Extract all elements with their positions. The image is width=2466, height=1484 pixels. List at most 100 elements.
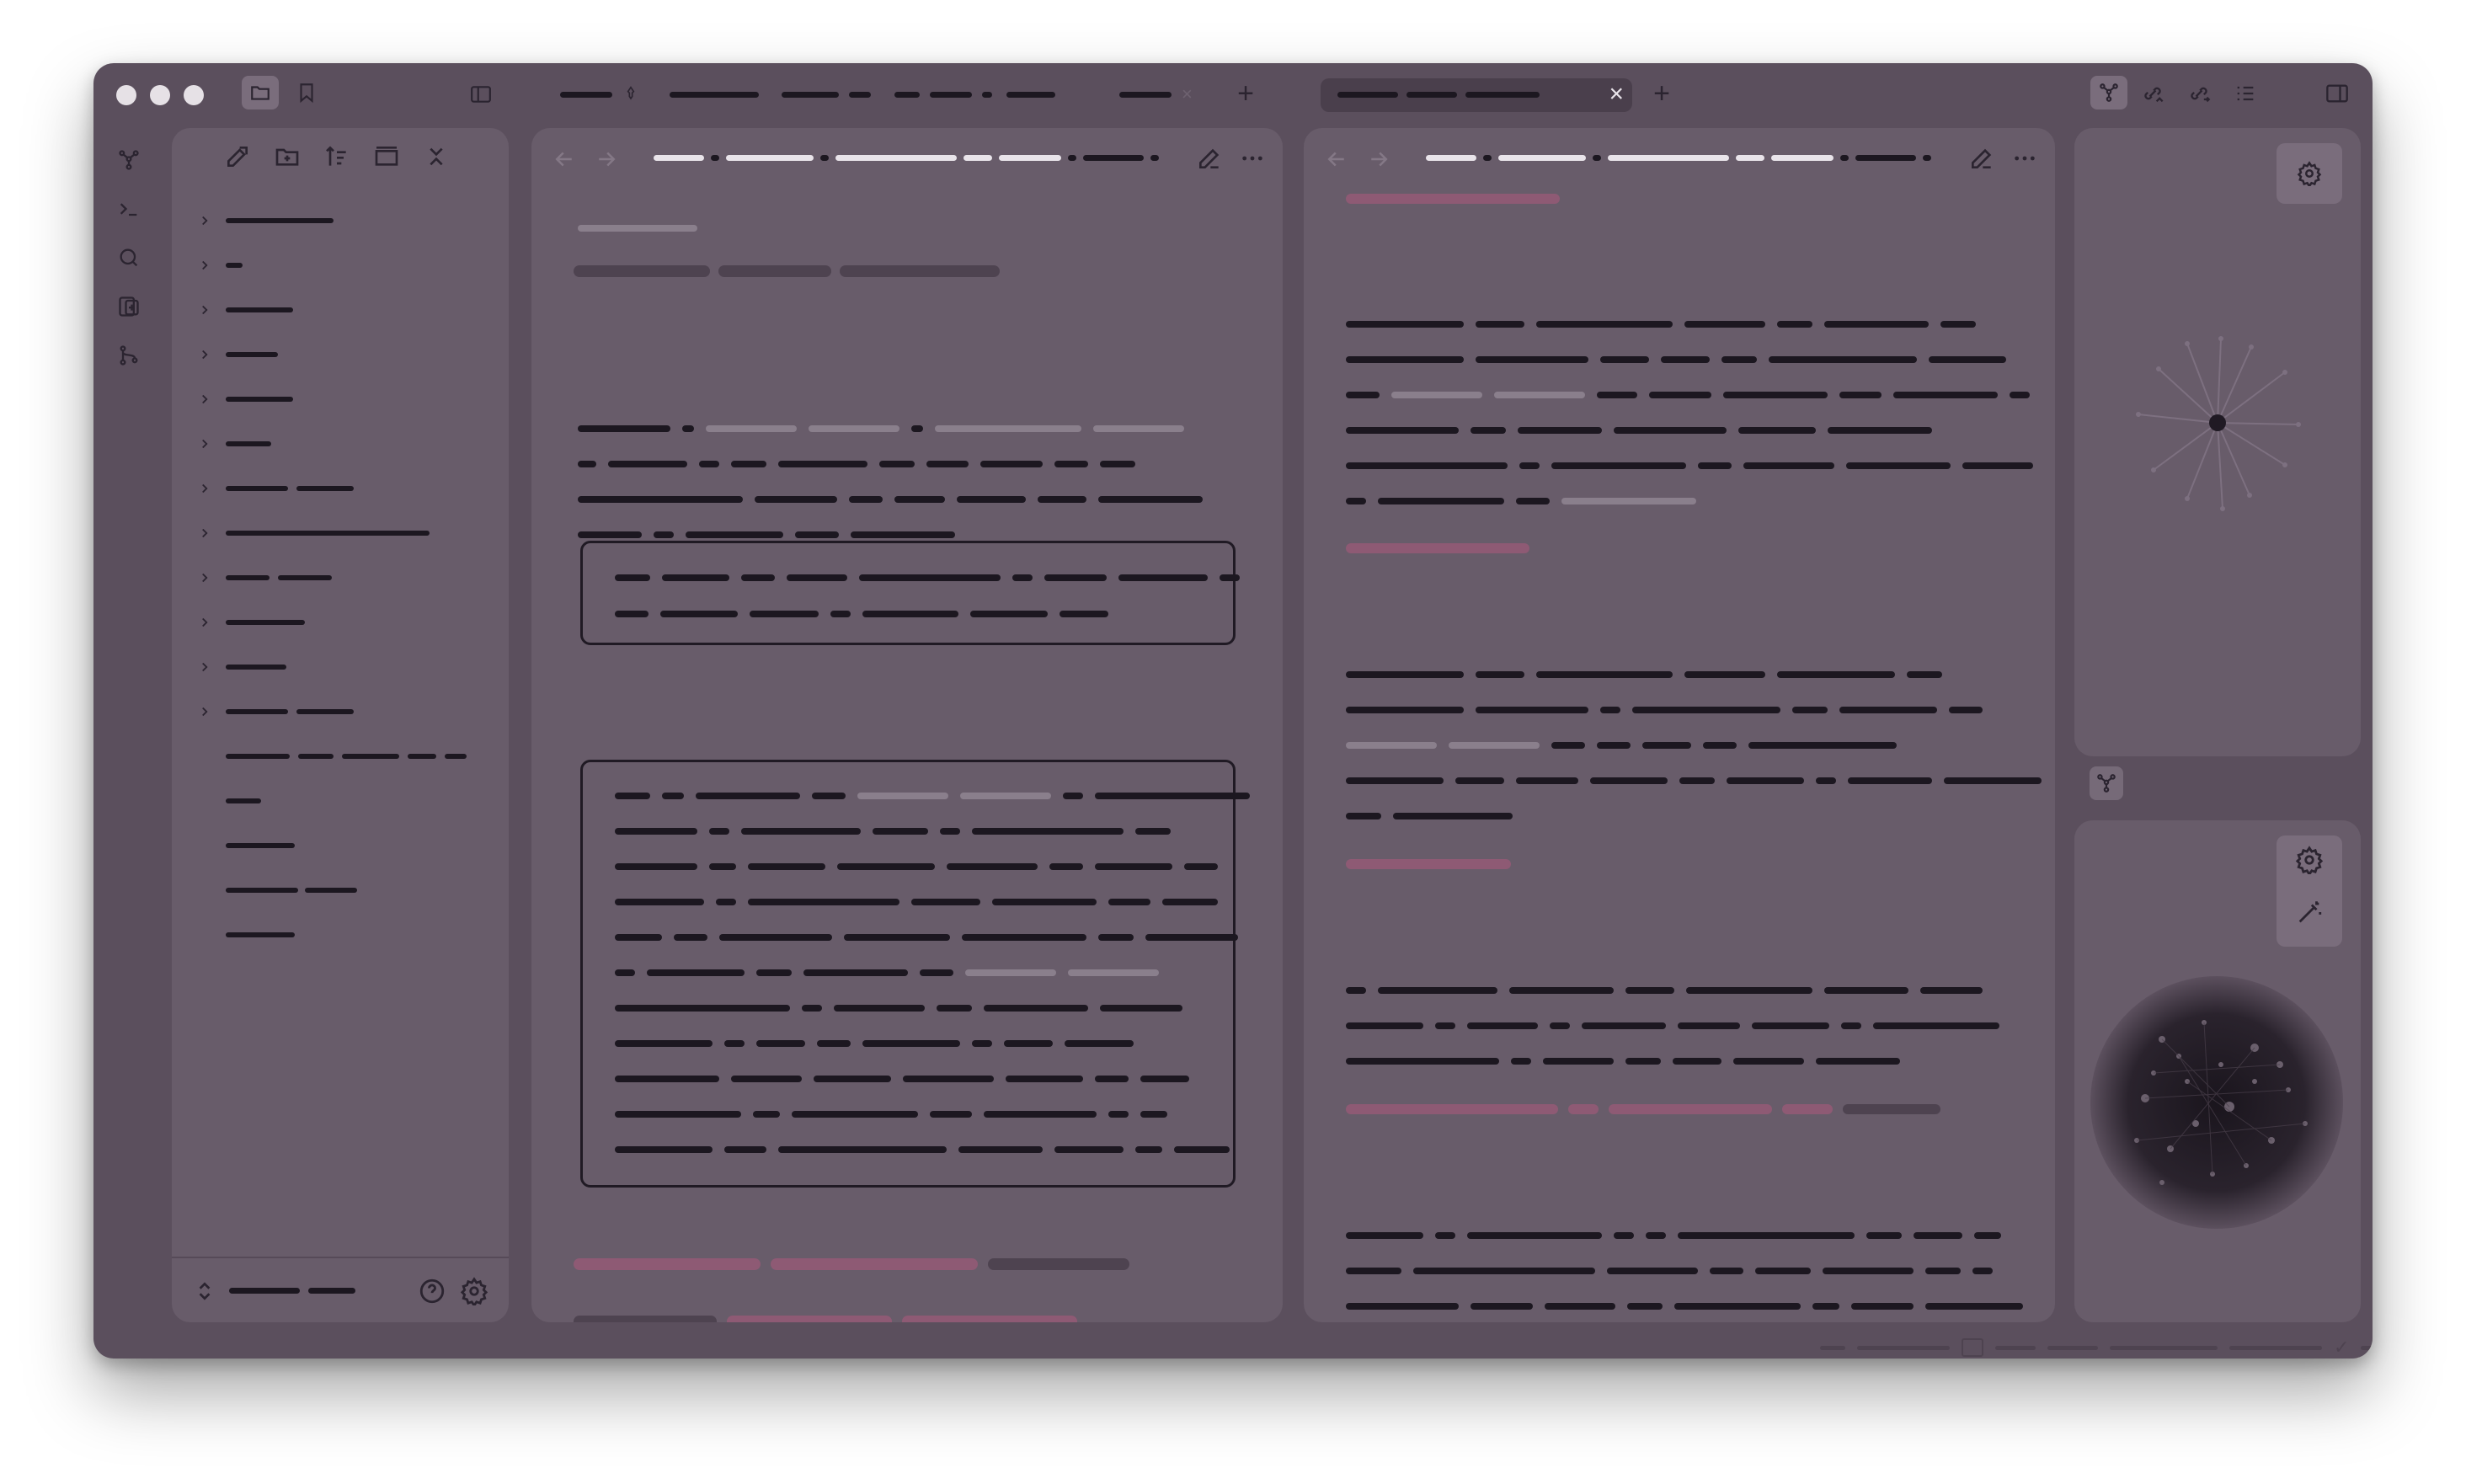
paragraph-line <box>578 531 955 538</box>
paragraph-line <box>578 496 1203 503</box>
file-item[interactable] <box>226 877 357 904</box>
more-options-icon[interactable] <box>1239 145 1266 172</box>
global-graph-panel <box>2074 820 2361 1322</box>
back-arrow-icon[interactable] <box>1324 147 1349 172</box>
graph-view-icon[interactable] <box>113 144 145 176</box>
search-icon[interactable] <box>113 242 145 274</box>
edit-icon[interactable] <box>1968 145 1995 172</box>
heading-link <box>1346 543 1529 553</box>
canvas-icon[interactable] <box>113 291 145 323</box>
local-graph-panel <box>2074 128 2361 756</box>
new-folder-icon[interactable] <box>274 143 301 170</box>
tab-note-1[interactable] <box>548 75 651 114</box>
minimize-window-button[interactable] <box>150 85 170 105</box>
maximize-window-button[interactable] <box>184 85 204 105</box>
tab-note-3[interactable] <box>770 75 883 114</box>
vault-name[interactable] <box>229 1288 355 1294</box>
file-explorer-icon[interactable] <box>242 76 279 109</box>
chevron-right-icon <box>202 394 208 404</box>
outgoing-links-icon[interactable] <box>2184 78 2214 109</box>
bookmark-icon[interactable] <box>292 78 321 107</box>
folder-item[interactable] <box>197 698 354 725</box>
outline-icon[interactable] <box>2230 78 2260 109</box>
tab-note-4[interactable] <box>883 75 1004 114</box>
chevron-right-icon <box>202 617 208 627</box>
new-tab-button-2[interactable]: + <box>1647 77 1677 109</box>
status-bar: ✓ <box>1820 1337 2373 1359</box>
chevron-right-icon <box>202 350 208 360</box>
note-title <box>574 265 1000 277</box>
editor-pane-right <box>1304 128 2055 1322</box>
forward-arrow-icon[interactable] <box>1366 147 1391 172</box>
graph-icon[interactable] <box>2090 76 2127 109</box>
pin-icon <box>627 86 635 100</box>
chevron-right-icon <box>202 483 208 494</box>
tab-note-5[interactable] <box>995 75 1067 114</box>
edit-icon[interactable] <box>1196 145 1223 172</box>
heading-link <box>1346 194 1560 204</box>
folder-item[interactable] <box>197 341 278 368</box>
heading-link <box>1346 859 1511 869</box>
folder-item[interactable] <box>197 430 271 457</box>
sidebar-toggle-icon[interactable] <box>465 80 497 109</box>
note-date <box>578 225 697 232</box>
local-graph-view[interactable] <box>2116 322 2319 524</box>
link-line <box>574 1258 1129 1270</box>
folder-item[interactable] <box>197 609 305 636</box>
chevron-right-icon <box>202 573 208 583</box>
paragraph-line <box>578 461 1135 467</box>
folder-item[interactable] <box>197 564 332 591</box>
git-icon[interactable] <box>113 339 145 371</box>
chevron-right-icon <box>202 439 208 449</box>
folder-item[interactable] <box>197 252 243 279</box>
settings-icon[interactable] <box>460 1277 488 1305</box>
callout-block <box>580 760 1250 1188</box>
graph-controls <box>2277 835 2342 947</box>
chevron-right-icon <box>202 305 208 315</box>
global-graph-view[interactable] <box>2086 972 2347 1233</box>
file-explorer-panel <box>172 128 509 1322</box>
gear-icon[interactable] <box>2277 143 2342 204</box>
tab-note-2[interactable] <box>658 75 771 114</box>
new-tab-button[interactable]: + <box>1230 77 1261 109</box>
terminal-icon[interactable] <box>113 193 145 225</box>
chevron-right-icon <box>202 662 208 672</box>
file-item[interactable] <box>226 743 467 770</box>
backlinks-icon[interactable] <box>2138 78 2168 109</box>
folder-item[interactable] <box>197 207 334 234</box>
close-tab-icon: × <box>1182 83 1193 104</box>
link-line <box>574 1316 1077 1322</box>
vault-switcher-icon[interactable] <box>194 1278 216 1304</box>
check-icon: ✓ <box>2334 1337 2350 1358</box>
file-item[interactable] <box>226 832 295 859</box>
new-note-icon[interactable] <box>224 143 251 170</box>
file-item[interactable] <box>226 787 261 814</box>
right-sidebar-toggle-icon[interactable] <box>2320 78 2354 109</box>
close-icon[interactable] <box>423 143 450 170</box>
close-window-button[interactable] <box>116 85 136 105</box>
folder-item[interactable] <box>197 386 293 413</box>
collapse-all-icon[interactable] <box>373 143 400 170</box>
tab-active[interactable]: × <box>1321 78 1632 112</box>
more-options-icon[interactable] <box>2011 145 2038 172</box>
folder-item[interactable] <box>197 520 430 547</box>
breadcrumb[interactable] <box>1426 155 1931 161</box>
wand-icon[interactable] <box>2295 898 2324 926</box>
tab-note-6[interactable]: × <box>1108 75 1204 114</box>
graph-icon[interactable] <box>2090 766 2123 800</box>
breadcrumb[interactable] <box>654 155 1159 161</box>
help-icon[interactable] <box>418 1277 446 1305</box>
gear-icon[interactable] <box>2295 846 2324 874</box>
folder-item[interactable] <box>197 654 286 681</box>
forward-arrow-icon[interactable] <box>594 147 619 172</box>
chevron-right-icon <box>202 528 208 538</box>
folder-item[interactable] <box>197 475 354 502</box>
file-item[interactable] <box>226 921 295 948</box>
close-tab-icon: × <box>1609 80 1624 108</box>
back-arrow-icon[interactable] <box>552 147 577 172</box>
book-icon <box>1962 1338 1983 1357</box>
chevron-right-icon <box>202 707 208 717</box>
sort-icon[interactable] <box>323 143 350 170</box>
chevron-right-icon <box>202 260 208 270</box>
folder-item[interactable] <box>197 296 293 323</box>
